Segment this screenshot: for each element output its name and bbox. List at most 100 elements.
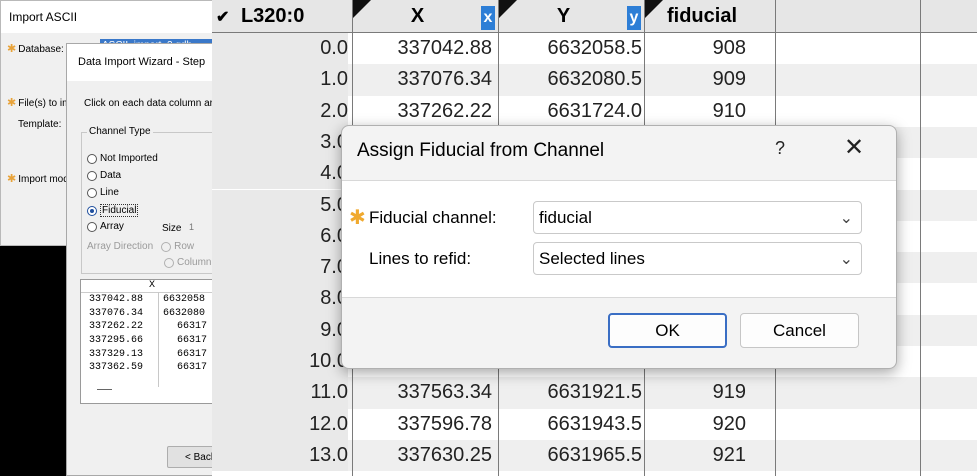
ok-button[interactable]: OK xyxy=(608,313,727,348)
y-cell[interactable]: 6631921.5 xyxy=(499,377,642,408)
column-header-empty[interactable] xyxy=(921,0,977,33)
table-row[interactable]: 11.0 337563.34 6631921.5 919 xyxy=(212,377,977,409)
radio-label: Not Imported xyxy=(100,153,158,164)
close-icon[interactable]: ✕ xyxy=(844,134,864,162)
preview-cell: 337042.88 xyxy=(89,294,144,305)
radio-icon xyxy=(87,170,97,181)
preview-cell: 337295.66 xyxy=(89,335,144,347)
preview-cell: 337362.59 xyxy=(89,362,144,374)
size-field[interactable]: 1 xyxy=(189,222,194,232)
files-label-row: ✱ File(s) to im xyxy=(7,96,70,109)
preview-cell: 66317 xyxy=(177,362,208,374)
radio-label: Line xyxy=(100,187,119,198)
row-index-cell[interactable]: 13.0 xyxy=(212,439,348,472)
wizard-title: Data Import Wizard - Step xyxy=(67,44,225,81)
column-header-label: Y xyxy=(556,5,571,27)
radio-not-imported[interactable]: Not Imported xyxy=(87,153,158,164)
row-index-cell[interactable]: 3.0 xyxy=(212,126,348,159)
preview-row: 337076.34 6632080 xyxy=(81,307,229,321)
row-index-cell[interactable]: 11.0 xyxy=(212,377,348,409)
radio-icon xyxy=(161,241,172,252)
x-cell[interactable]: 337042.88 xyxy=(354,33,492,64)
preview-header-label: X xyxy=(149,280,156,291)
table-row[interactable]: 12.0 337596.78 6631943.5 920 xyxy=(212,408,977,440)
y-cell[interactable]: 6632058.5 xyxy=(499,33,642,64)
row-index-cell[interactable]: 7.0 xyxy=(212,252,348,284)
preview-row: 337042.88 6632058 xyxy=(81,293,229,307)
lines-to-refid-dropdown[interactable]: Selected lines ⌄ xyxy=(533,242,862,275)
radio-icon xyxy=(87,153,97,164)
y-cell[interactable]: 6631724.0 xyxy=(499,96,642,127)
row-index-cell[interactable]: 6.0 xyxy=(212,220,348,253)
radio-selected-icon xyxy=(87,205,97,216)
x-cell[interactable]: 337630.25 xyxy=(354,440,492,471)
cancel-button[interactable]: Cancel xyxy=(740,313,859,348)
radio-label: Array xyxy=(100,221,124,232)
row-index-cell[interactable]: 5.0 xyxy=(212,189,348,221)
check-icon: ✔ xyxy=(216,9,230,26)
column-header-empty[interactable] xyxy=(776,0,920,33)
row-index-cell[interactable]: 4.0 xyxy=(212,158,348,190)
preview-cell: 66317 xyxy=(177,335,208,347)
table-row[interactable]: 13.0 337630.25 6631965.5 921 xyxy=(212,439,977,472)
header-corner-marker xyxy=(645,0,663,18)
x-cell[interactable]: 337076.34 xyxy=(354,64,492,95)
row-index-cell[interactable]: 8.0 xyxy=(212,283,348,315)
required-star-icon: ✱ xyxy=(349,207,366,229)
table-row[interactable]: 2.0 337262.22 6631724.0 910 xyxy=(212,95,977,127)
column-header-y[interactable]: Y y xyxy=(499,0,644,33)
y-cell[interactable]: 6632080.5 xyxy=(499,64,642,95)
dialog-title: Assign Fiducial from Channel xyxy=(357,140,605,161)
column-header-fiducial[interactable]: fiducial xyxy=(645,0,775,33)
radio-icon xyxy=(87,221,97,232)
x-cell[interactable]: 337596.78 xyxy=(354,409,492,440)
radio-icon xyxy=(87,187,97,198)
row-index-cell[interactable]: 12.0 xyxy=(212,408,348,440)
radio-array[interactable]: Array xyxy=(87,221,124,232)
y-cell[interactable]: 6631965.5 xyxy=(499,440,642,471)
row-index-cell[interactable]: 0.0 xyxy=(212,33,348,65)
line-header[interactable]: ✔ L320:0 xyxy=(212,0,352,33)
fiducial-cell[interactable]: 919 xyxy=(648,377,746,408)
database-label: Database: xyxy=(18,44,64,55)
fiducial-channel-dropdown[interactable]: fiducial ⌄ xyxy=(533,201,862,234)
preview-scroll-indicator xyxy=(97,389,112,390)
radio-fiducial[interactable]: Fiducial xyxy=(87,204,139,217)
row-index-cell[interactable]: 1.0 xyxy=(212,64,348,96)
fiducial-cell[interactable]: 909 xyxy=(648,64,746,95)
row-index-cell[interactable]: 2.0 xyxy=(212,95,348,127)
fiducial-cell[interactable]: 908 xyxy=(648,33,746,64)
row-index-cell[interactable]: 9.0 xyxy=(212,314,348,346)
radio-data[interactable]: Data xyxy=(87,170,121,181)
preview-row: 337295.66 66317 xyxy=(81,334,229,348)
help-icon[interactable]: ? xyxy=(775,138,785,159)
chevron-down-icon: ⌄ xyxy=(839,251,853,268)
size-label: Size xyxy=(162,223,182,234)
x-cell[interactable]: 337563.34 xyxy=(354,377,492,408)
y-cell[interactable]: 6631943.5 xyxy=(499,409,642,440)
column-option-label: Column xyxy=(177,257,212,268)
column-divider xyxy=(920,0,921,476)
preview-cell: 6632080 xyxy=(163,307,206,319)
import-mode-label-row: ✱ Import mod xyxy=(7,172,69,185)
preview-row: 337329.13 66317 xyxy=(81,348,229,362)
radio-line[interactable]: Line xyxy=(87,187,119,198)
x-cell[interactable]: 337262.22 xyxy=(354,96,492,127)
database-label-row: ✱ Database: xyxy=(7,42,64,55)
table-row[interactable]: 1.0 337076.34 6632080.5 909 xyxy=(212,64,977,96)
template-label: Template: xyxy=(18,119,62,130)
preview-cell: 6632058 xyxy=(163,294,206,305)
fiducial-channel-value: fiducial xyxy=(539,208,592,227)
fiducial-cell[interactable]: 920 xyxy=(648,409,746,440)
required-star-icon: ✱ xyxy=(7,173,17,185)
lines-to-refid-label: Lines to refid: xyxy=(369,249,472,268)
table-row[interactable]: 0.0 337042.88 6632058.5 908 xyxy=(212,33,977,65)
data-preview[interactable]: X 337042.88 6632058 337076.34 6632080 3372… xyxy=(80,279,230,404)
fiducial-channel-label: Fiducial channel: xyxy=(369,208,497,227)
column-header-x[interactable]: X x xyxy=(353,0,498,33)
fiducial-cell[interactable]: 910 xyxy=(648,96,746,127)
required-star-icon: ✱ xyxy=(7,97,17,109)
preview-cell: 337262.22 xyxy=(89,321,144,333)
row-index-cell[interactable]: 10.0 xyxy=(212,346,348,378)
fiducial-cell[interactable]: 921 xyxy=(648,440,746,471)
